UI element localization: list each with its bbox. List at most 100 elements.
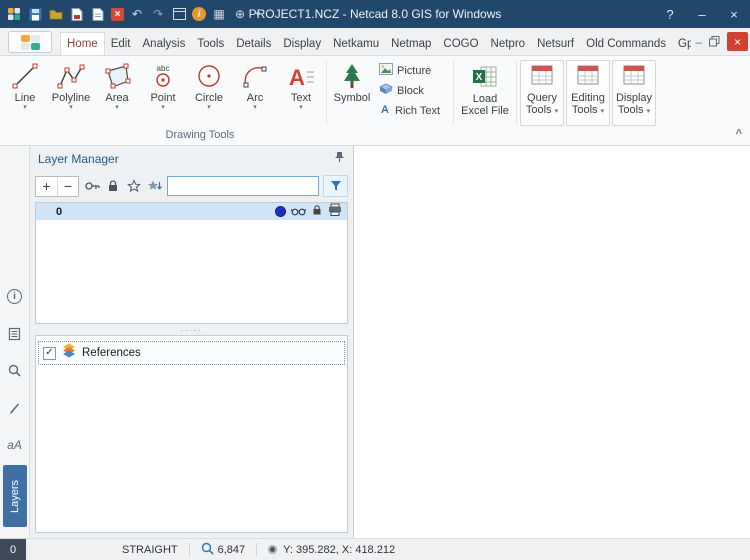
query-tools-icon <box>531 65 553 90</box>
close-button[interactable]: × <box>718 0 750 28</box>
notebook-panel-button[interactable] <box>6 325 23 342</box>
tab-edit[interactable]: Edit <box>105 32 137 55</box>
load-excel-file-button[interactable]: X Load Excel File <box>456 58 514 128</box>
drawing-canvas[interactable] <box>354 146 750 538</box>
window-controls: ? – × <box>654 0 750 28</box>
undo-icon[interactable]: ↶ <box>129 6 145 22</box>
save-as-icon[interactable] <box>69 6 85 22</box>
dropdown-icon: ▾ <box>600 108 605 115</box>
point-button[interactable]: abc Point ▾ <box>140 58 186 128</box>
tab-display[interactable]: Display <box>277 32 327 55</box>
tab-home[interactable]: Home <box>60 32 105 55</box>
document-restore-icon[interactable] <box>709 36 720 47</box>
magnifier-icon <box>201 542 214 558</box>
symbol-button[interactable]: Symbol <box>329 58 375 128</box>
layer-manager-header: Layer Manager <box>30 146 353 172</box>
target-icon[interactable]: ⊕ <box>232 6 248 22</box>
app-icon[interactable] <box>6 6 22 22</box>
references-checkbox[interactable]: ✓ <box>43 346 56 360</box>
redo-icon[interactable]: ↷ <box>150 6 166 22</box>
display-tools-icon <box>623 65 645 90</box>
display-tools-button[interactable]: Display Tools ▾ <box>612 60 656 126</box>
block-icon <box>379 83 393 98</box>
glasses-visibility-icon[interactable] <box>290 203 307 221</box>
text-label: Text <box>290 92 312 104</box>
rich-text-button[interactable]: A Rich Text <box>379 103 449 118</box>
remove-layer-button[interactable]: − <box>57 176 78 196</box>
tab-tools[interactable]: Tools <box>191 32 230 55</box>
tab-netsurf[interactable]: Netsurf <box>531 32 580 55</box>
tab-netpro[interactable]: Netpro <box>485 32 532 55</box>
tab-details[interactable]: Details <box>230 32 277 55</box>
ribbon-separator <box>326 61 327 125</box>
circle-icon <box>195 60 223 92</box>
info-icon[interactable]: i <box>192 7 206 21</box>
area-button[interactable]: Area ▾ <box>94 58 140 128</box>
star-arrow-icon[interactable] <box>146 178 163 195</box>
netcad-logo-icon <box>20 34 40 50</box>
layer-color-icon[interactable] <box>275 206 286 217</box>
query-tools-button[interactable]: Query Tools ▾ <box>520 60 564 126</box>
status-bar: 0 STRAIGHT 6,847 Y: 395.282, X: 418.212 <box>0 538 750 560</box>
picture-label: Picture <box>397 64 432 77</box>
save-icon[interactable] <box>27 6 43 22</box>
minimize-button[interactable]: – <box>686 0 718 28</box>
document-minimize-button[interactable]: – <box>695 35 702 49</box>
layer-manager-panel: Layer Manager + − 0 ····· ✓ References <box>30 146 354 538</box>
tab-cogo[interactable]: COGO <box>437 32 484 55</box>
search-panel-button[interactable] <box>6 362 23 379</box>
tab-old-commands[interactable]: Old Commands <box>580 32 672 55</box>
block-button[interactable]: Block <box>379 83 449 98</box>
panel-splitter[interactable]: ····· <box>30 324 353 335</box>
grid-icon[interactable]: ▦ <box>211 6 227 22</box>
references-row[interactable]: ✓ References <box>38 341 345 365</box>
ribbon-separator <box>453 61 454 125</box>
application-menu-button[interactable] <box>8 31 52 53</box>
draw-mode-indicator[interactable]: STRAIGHT <box>122 544 178 556</box>
collapse-ribbon-icon[interactable]: ^ <box>736 128 742 140</box>
position-icon <box>268 545 278 554</box>
dropdown-icon: ▾ <box>299 104 303 111</box>
tab-netkamu[interactable]: Netkamu <box>327 32 385 55</box>
current-layer-badge: 0 <box>0 539 26 560</box>
star-icon[interactable] <box>125 178 142 195</box>
add-layer-button[interactable]: + <box>36 177 57 196</box>
delete-icon[interactable]: × <box>111 7 124 21</box>
printer-icon[interactable] <box>328 203 342 221</box>
point-label: Point <box>150 92 176 104</box>
polyline-button[interactable]: Polyline ▾ <box>48 58 94 128</box>
layers-panel-tab[interactable]: Layers <box>2 465 27 527</box>
editing-tools-button[interactable]: Editing Tools ▾ <box>566 60 610 126</box>
layer-row[interactable]: 0 <box>36 203 347 220</box>
line-button[interactable]: Line ▾ <box>2 58 48 128</box>
circle-button[interactable]: Circle ▾ <box>186 58 232 128</box>
line-icon <box>11 60 39 92</box>
svg-text:abc: abc <box>157 64 170 73</box>
picture-button[interactable]: Picture <box>379 63 449 78</box>
tab-netmap[interactable]: Netmap <box>385 32 437 55</box>
status-separator <box>188 543 190 556</box>
filter-button[interactable] <box>323 175 348 197</box>
qat-menu-icon[interactable]: ▾ <box>253 6 263 22</box>
lock-icon[interactable] <box>104 178 121 195</box>
tab-analysis[interactable]: Analysis <box>137 32 192 55</box>
pin-icon[interactable] <box>334 150 345 168</box>
load-excel-file-label: Load Excel File <box>461 93 509 117</box>
arc-button[interactable]: Arc ▾ <box>232 58 278 128</box>
window-icon[interactable] <box>171 6 187 22</box>
text-style-panel-button[interactable]: aA <box>6 436 23 453</box>
key-icon[interactable] <box>83 178 100 195</box>
new-document-icon[interactable] <box>90 6 106 22</box>
svg-text:A: A <box>289 65 305 90</box>
info-panel-button[interactable]: i <box>6 288 23 305</box>
document-close-button[interactable]: × <box>727 32 748 51</box>
zoom-value: 6,847 <box>217 543 246 556</box>
lock-layer-icon[interactable] <box>311 203 323 221</box>
excel-icon: X <box>472 61 498 93</box>
layer-row-icons <box>275 203 342 221</box>
layer-search-input[interactable] <box>167 176 319 196</box>
help-button[interactable]: ? <box>654 0 686 28</box>
pen-panel-button[interactable] <box>6 399 23 416</box>
open-folder-icon[interactable] <box>48 6 64 22</box>
text-button[interactable]: A Text ▾ <box>278 58 324 128</box>
